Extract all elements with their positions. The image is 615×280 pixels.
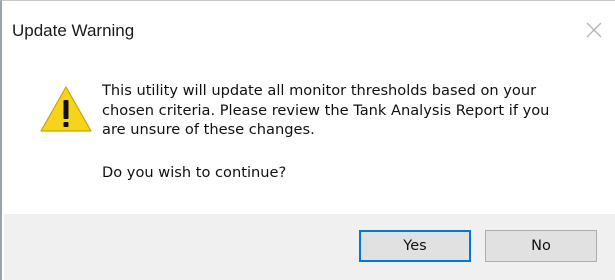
dialog-title: Update Warning — [12, 21, 135, 40]
warning-message: This utility will update all monitor thr… — [102, 81, 582, 140]
no-button[interactable]: No — [485, 230, 597, 262]
update-warning-dialog: Update Warning This utility will update … — [0, 0, 615, 280]
message-line: chosen criteria. Please review the Tank … — [102, 101, 550, 119]
message-line: This utility will update all monitor thr… — [102, 82, 537, 99]
warning-icon — [40, 86, 92, 132]
message-line: are unsure of these changes. — [102, 121, 315, 138]
continue-question: Do you wish to continue? — [102, 164, 287, 181]
yes-button[interactable]: Yes — [359, 230, 471, 262]
close-icon[interactable] — [583, 19, 605, 41]
